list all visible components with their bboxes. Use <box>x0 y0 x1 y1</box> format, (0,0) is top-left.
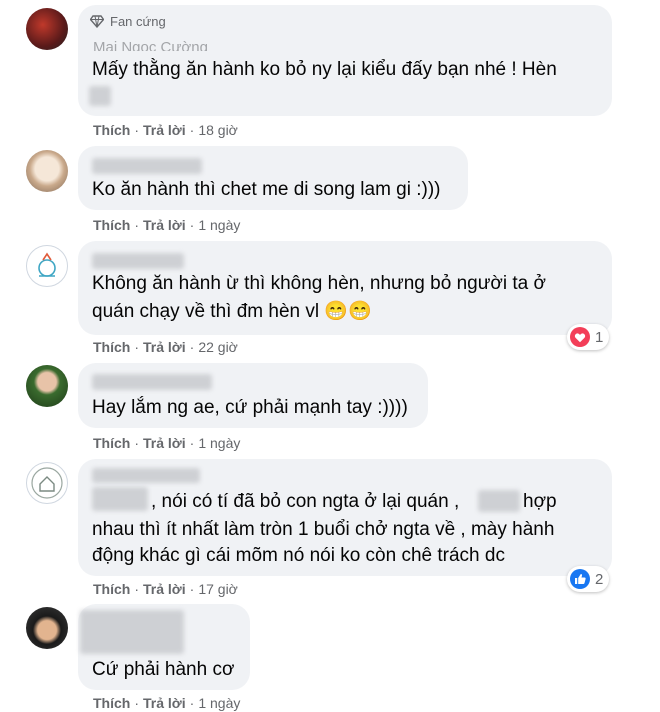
reply-link[interactable]: Trả lời <box>143 695 186 711</box>
reply-link[interactable]: Trả lời <box>143 339 186 355</box>
fan-badge: Fan cứng <box>90 14 166 29</box>
comment-actions: Thích · Trả lời · 22 giờ <box>93 339 238 355</box>
reply-link[interactable]: Trả lời <box>143 581 186 597</box>
comment-actions: Thích · Trả lời · 1 ngày <box>93 435 241 451</box>
avatar[interactable] <box>26 365 68 407</box>
diamond-icon <box>90 15 104 28</box>
avatar[interactable] <box>26 8 68 50</box>
comment-actions: Thích · Trả lời · 1 ngày <box>93 695 241 711</box>
comment-text: động khác gì cái mõm nó nói ko còn chê t… <box>92 545 505 566</box>
redacted-block <box>89 86 111 106</box>
comment-text: Cứ phải hành cơ <box>92 659 235 680</box>
badge-label: Fan cứng <box>110 14 166 29</box>
redacted-block <box>92 487 148 511</box>
reaction-count[interactable]: 2 <box>567 566 610 592</box>
comment-text: hợp <box>523 491 557 512</box>
redacted-name[interactable] <box>92 253 184 269</box>
timestamp[interactable]: 18 giờ <box>198 122 238 138</box>
timestamp[interactable]: 1 ngày <box>198 217 240 233</box>
author-name[interactable]: Mai Ngọc Cường <box>93 37 208 51</box>
like-link[interactable]: Thích <box>93 122 130 138</box>
comment-text: Ko ăn hành thì chet me di song lam gi :)… <box>92 179 441 200</box>
timestamp[interactable]: 22 giờ <box>198 339 238 355</box>
like-reaction-icon <box>570 569 590 589</box>
home-logo-icon <box>31 467 63 499</box>
redacted-name[interactable] <box>92 158 202 174</box>
reply-link[interactable]: Trả lời <box>143 122 186 138</box>
reply-link[interactable]: Trả lời <box>143 435 186 451</box>
like-link[interactable]: Thích <box>93 435 130 451</box>
redacted-name[interactable] <box>80 610 184 654</box>
comment-text: quán chạy về thì đm hèn vl 😁😁 <box>92 301 372 322</box>
comment-actions: Thích · Trả lời · 17 giờ <box>93 581 238 597</box>
avatar[interactable] <box>26 245 68 287</box>
comment-actions: Thích · Trả lời · 18 giờ <box>93 122 238 138</box>
like-link[interactable]: Thích <box>93 581 130 597</box>
redacted-name[interactable] <box>92 468 200 483</box>
comment-text: nhau thì ít nhất làm tròn 1 buổi chở ngt… <box>92 519 555 540</box>
timestamp[interactable]: 1 ngày <box>198 695 240 711</box>
comment-text: Mấy thằng ăn hành ko bỏ ny lại kiểu đấy … <box>92 59 557 80</box>
avatar[interactable] <box>26 607 68 649</box>
comment-text: , nói có tí đã bỏ con ngta ở lại quán , <box>151 491 460 512</box>
like-link[interactable]: Thích <box>93 217 130 233</box>
comment-text: Hay lắm ng ae, cứ phải mạnh tay :)))) <box>92 397 408 418</box>
like-link[interactable]: Thích <box>93 339 130 355</box>
redacted-block <box>478 490 520 512</box>
heart-reaction-icon <box>570 327 590 347</box>
cartoon-avatar-icon <box>38 252 56 277</box>
redacted-name[interactable] <box>92 374 212 390</box>
avatar[interactable] <box>26 462 68 504</box>
reply-link[interactable]: Trả lời <box>143 217 186 233</box>
avatar[interactable] <box>26 150 68 192</box>
like-link[interactable]: Thích <box>93 695 130 711</box>
comment-text: Không ăn hành ừ thì không hèn, nhưng bỏ … <box>92 273 546 294</box>
timestamp[interactable]: 17 giờ <box>198 581 238 597</box>
reaction-count[interactable]: 1 <box>567 324 610 350</box>
timestamp[interactable]: 1 ngày <box>198 435 240 451</box>
comment-actions: Thích · Trả lời · 1 ngày <box>93 217 241 233</box>
